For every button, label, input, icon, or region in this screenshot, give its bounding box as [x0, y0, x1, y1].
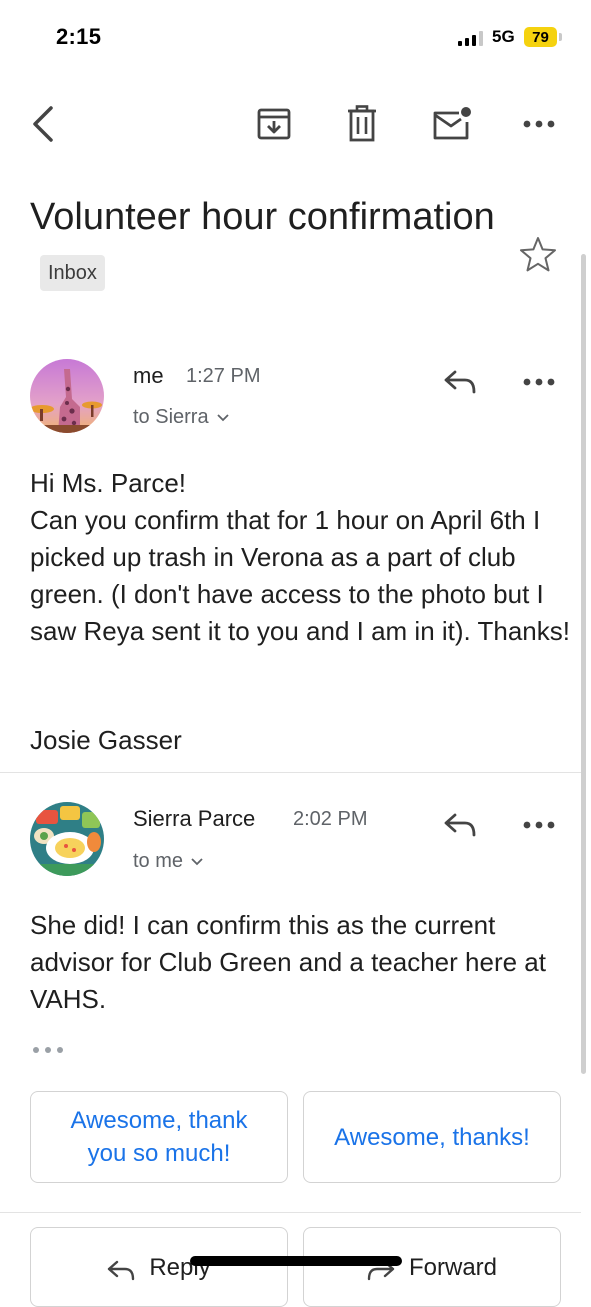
battery-level: 79 — [532, 28, 549, 46]
reply-icon — [108, 1260, 135, 1281]
battery-icon: 79 — [524, 27, 557, 47]
smart-reply-text: Awesome, thanks! — [334, 1123, 530, 1151]
network-type: 5G — [492, 27, 515, 46]
message-body: Hi Ms. Parce! Can you confirm that for 1… — [30, 468, 570, 646]
more-horizontal-icon — [523, 821, 555, 829]
more-options-button[interactable] — [515, 100, 563, 148]
trash-icon — [348, 105, 376, 142]
smart-reply-text: Awesome, thank you so much! — [70, 1107, 248, 1167]
message-signature: Josie Gasser — [30, 725, 182, 755]
chevron-down-icon — [216, 413, 229, 421]
avatar-me[interactable] — [30, 359, 104, 433]
message-time: 2:02 PM — [293, 808, 368, 830]
back-button[interactable] — [20, 100, 64, 148]
forward-action-button[interactable]: Forward — [303, 1227, 561, 1307]
mark-unread-icon — [433, 107, 471, 140]
forward-action-label: Forward — [408, 1254, 498, 1281]
message-more-button[interactable] — [515, 360, 563, 404]
message-time: 1:27 PM — [186, 365, 261, 387]
show-trimmed-content-button[interactable] — [28, 1038, 68, 1062]
scrollbar[interactable] — [581, 254, 586, 1074]
home-indicator[interactable] — [190, 1256, 402, 1266]
reply-icon — [444, 813, 476, 837]
message-body: She did! I can confirm this as the curre… — [30, 910, 546, 1014]
recipient-text: to me — [133, 850, 184, 872]
reply-action-button[interactable]: Reply — [30, 1227, 288, 1307]
archive-icon — [257, 108, 291, 140]
status-time: 2:15 — [56, 24, 102, 49]
more-horizontal-icon — [523, 120, 555, 128]
signal-strength-icon — [458, 30, 483, 46]
avatar-sierra-parce[interactable] — [30, 802, 104, 876]
reply-button[interactable] — [436, 803, 484, 847]
email-subject: Volunteer hour confirmation Inbox — [30, 188, 500, 304]
mark-unread-button[interactable] — [426, 100, 478, 148]
smart-reply-chip[interactable]: Awesome, thank you so much! — [30, 1091, 288, 1183]
reply-icon — [444, 370, 476, 394]
back-arrow-icon — [33, 106, 53, 142]
more-horizontal-icon — [33, 1047, 63, 1053]
sender-name: me — [133, 363, 164, 388]
actions-divider — [0, 1212, 581, 1213]
sender-name: Sierra Parce — [133, 806, 256, 831]
recipient-details-toggle[interactable]: to me — [133, 850, 203, 873]
star-button[interactable] — [516, 232, 560, 276]
star-icon — [520, 237, 556, 272]
battery-nub — [559, 33, 562, 41]
inbox-label-chip[interactable]: Inbox — [40, 254, 105, 291]
message-divider — [0, 772, 581, 773]
subject-text: Volunteer hour confirmation — [30, 196, 495, 238]
archive-button[interactable] — [250, 100, 298, 148]
delete-button[interactable] — [338, 100, 386, 148]
message-more-button[interactable] — [515, 803, 563, 847]
reply-button[interactable] — [436, 360, 484, 404]
chevron-down-icon — [191, 857, 203, 865]
recipient-text: to Sierra — [133, 406, 209, 428]
smart-reply-chip[interactable]: Awesome, thanks! — [303, 1091, 561, 1183]
recipient-details-toggle[interactable]: to Sierra — [133, 406, 229, 429]
more-horizontal-icon — [523, 378, 555, 386]
